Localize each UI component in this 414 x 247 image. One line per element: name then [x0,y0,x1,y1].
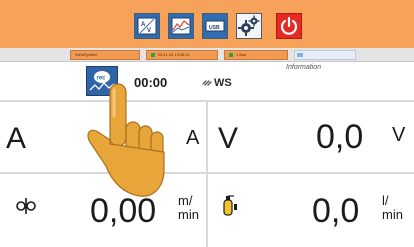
ws-label: WS [214,77,232,89]
gas-flow-panel[interactable]: 0,0 l/ min [208,174,414,247]
gas-flow-value: 0,0 [312,192,360,230]
program-indicator [229,52,233,57]
status-mode: WeldSystem [70,50,140,60]
svg-text:USB: USB [209,25,220,31]
gas-bottle-icon [223,195,237,216]
progress-bar [294,50,356,60]
av-display-icon: A V [137,17,157,35]
information-label: Information [286,64,322,71]
graph-button[interactable] [168,13,194,39]
pointing-hand-icon [87,83,165,197]
svg-text:V: V [147,28,151,34]
usb-button[interactable]: USB [202,13,228,39]
voltage-value: 0,0 [316,118,364,156]
svg-text:rec: rec [97,76,107,82]
progress-fill [297,53,303,57]
current-label: A [6,122,27,155]
status-datetime: 08.11.23 13:08:01 [146,50,218,60]
voltage-label: V [218,122,239,155]
av-display-button[interactable]: A V [134,13,160,39]
wire-feed-icon [16,198,36,214]
wire-speed-unit-bottom: min [178,207,199,222]
graph-icon [171,17,191,35]
status-program-text: 1 Bas [236,52,247,57]
voltage-unit: V [392,124,406,146]
power-button[interactable] [276,13,302,39]
status-mode-text: WeldSystem [75,52,98,57]
gas-flow-unit-bottom: min [382,207,403,222]
top-toolbar: A V USB [0,0,414,48]
ws-indicator: WS [202,77,232,89]
gas-flow-unit: l/ min [382,194,403,222]
settings-button[interactable] [236,13,262,39]
status-program: 1 Bas [224,50,288,60]
status-ok-indicator [151,52,155,57]
power-icon [280,16,298,35]
voltage-panel[interactable]: V 0,0 V [208,102,414,172]
status-datetime-text: 08.11.23 13:08:01 [158,52,190,57]
current-unit: A [186,127,200,149]
gas-flow-unit-top: l/ [382,193,389,208]
wire-speed-unit-top: m/ [178,193,193,208]
usb-icon: USB [205,20,225,32]
link-icon [202,80,212,86]
gears-icon [238,15,260,36]
svg-text:A: A [141,22,146,28]
status-bar: WeldSystem 08.11.23 13:08:01 1 Bas [0,48,414,62]
wire-speed-unit: m/ min [178,194,199,222]
measurement-grid: A A V 0,0 V 0,00 m/ min 0,0 l/ min [0,100,414,247]
